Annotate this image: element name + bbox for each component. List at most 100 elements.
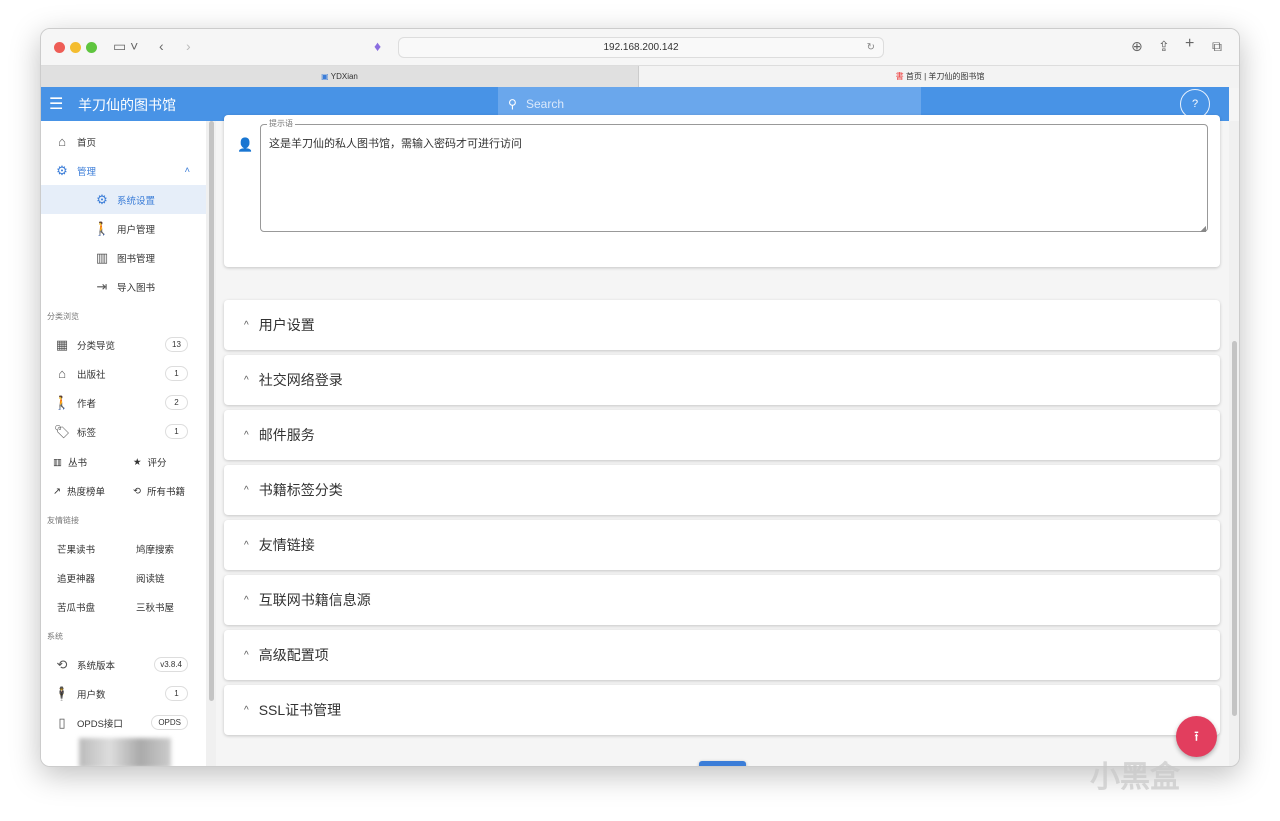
panel-title: 互联网书籍信息源 [258, 592, 371, 608]
sidebar-item-user-count[interactable]: 🕴 用户数 1 [41, 679, 206, 708]
sidebar-item-rating[interactable]: ★ 评分 [133, 455, 167, 470]
friend-link[interactable]: 鸠摩搜索 [136, 542, 174, 556]
sidebar-item-manage[interactable]: ⚙ 管理 ˄ [41, 156, 206, 185]
panel-title: SSL证书管理 [258, 702, 342, 718]
count-badge: 1 [165, 366, 188, 381]
label: 热度榜单 [66, 487, 105, 498]
opds-badge[interactable]: OPDS [151, 715, 188, 730]
panel-title: 书籍标签分类 [258, 482, 343, 498]
app-title[interactable]: 羊刀仙的图书馆 [78, 95, 176, 115]
sidebar-item-tags[interactable]: 🏷 标签 1 [41, 417, 206, 446]
main-content: 👤 提示语 这是羊刀仙的私人图书馆，需输入密码才可进行访问 ◢ ^ 用户设置 ^ 社交… [216, 115, 1229, 766]
trending-icon: ↗ [53, 485, 61, 497]
chevron-up-icon: ^ [244, 319, 249, 331]
import-icon: ⇥ [96, 278, 108, 294]
count-badge: 1 [165, 424, 188, 439]
share-icon[interactable]: ⇪ [1158, 38, 1170, 55]
sidebar-item-all-books[interactable]: ⟲ 所有书籍 [133, 484, 185, 499]
save-button[interactable]: 保存 [699, 761, 746, 766]
sidebar-item-opds[interactable]: ▯ OPDS接口 OPDS [41, 708, 206, 737]
chevron-up-icon: ^ [244, 539, 249, 551]
friend-link[interactable]: 苦瓜书盘 [57, 600, 95, 614]
close-window-button[interactable] [54, 42, 65, 53]
settings-panel[interactable]: ^ 书籍标签分类 [224, 465, 1220, 515]
new-tab-icon[interactable]: + [1185, 35, 1194, 53]
search-placeholder: Search [526, 97, 565, 111]
settings-panel[interactable]: ^ 邮件服务 [224, 410, 1220, 460]
main-scrollbar[interactable] [1229, 121, 1239, 766]
sidebar-item-series[interactable]: ▥ 丛书 [53, 455, 87, 470]
books-icon: ▥ [53, 456, 62, 468]
tag-icon: 🏷 [53, 423, 71, 439]
gear-icon: ⚙ [56, 162, 68, 178]
person-icon: 👤 [237, 137, 254, 152]
sidebar-item-author[interactable]: 🚶 作者 2 [41, 388, 206, 417]
sidebar-item-import[interactable]: ⇥ 导入图书 [41, 272, 206, 301]
sidebar-item-publisher[interactable]: ⌂ 出版社 1 [41, 359, 206, 388]
panel-title: 邮件服务 [258, 427, 315, 443]
reload-icon[interactable]: ↻ [867, 38, 875, 58]
sidebar-item-categories[interactable]: ▦ 分类导览 13 [41, 330, 206, 359]
extension-icon[interactable]: ♦ [374, 38, 381, 54]
sidebar-item-version[interactable]: ⟲ 系统版本 v3.8.4 [41, 650, 206, 679]
sidebar-item-user-manage[interactable]: 🚶 用户管理 [41, 214, 206, 243]
settings-panel[interactable]: ^ 用户设置 [224, 300, 1220, 350]
tab-label: 首页 | 羊刀仙的图书馆 [905, 72, 985, 81]
friend-link[interactable]: 追更神器 [57, 571, 95, 585]
chevron-up-icon: ^ [244, 649, 249, 661]
label: 丛书 [67, 458, 87, 469]
address-bar[interactable]: 192.168.200.142 ↻ [398, 37, 884, 58]
sidebar: ⌂ 首页 ⚙ 管理 ˄ ⚙ 系统设置 🚶 用户管理 ▥ 图书管理 ⇥ 导入图书 分类浏览 ▦ 分… [41, 121, 206, 766]
menu-icon[interactable]: ☰ [49, 94, 63, 114]
settings-panel[interactable]: ^ 友情链接 [224, 520, 1220, 570]
label: 系统设置 [117, 195, 156, 207]
label: 首页 [77, 137, 97, 149]
scroll-top-button[interactable]: ⭱ [1176, 716, 1217, 757]
panel-title: 社交网络登录 [258, 372, 343, 388]
history-icon: ⟲ [56, 656, 68, 672]
settings-panel[interactable]: ^ 互联网书籍信息源 [224, 575, 1220, 625]
download-icon[interactable]: ⊕ [1131, 38, 1143, 55]
tab-overview-icon[interactable]: ⧉ [1212, 38, 1222, 55]
chevron-up-icon: ^ [244, 374, 249, 386]
chevron-up-icon: ^ [244, 594, 249, 606]
sidebar-item-home[interactable]: ⌂ 首页 [41, 127, 206, 156]
sidebar-scrollbar[interactable] [206, 121, 216, 766]
tab-ydxian[interactable]: ▣ YDXian [41, 66, 639, 88]
sidebar-item-hot[interactable]: ↗ 热度榜单 [53, 484, 105, 499]
label: 系统版本 [77, 660, 116, 672]
label: 分类导览 [77, 340, 116, 352]
hint-card: 👤 提示语 这是羊刀仙的私人图书馆，需输入密码才可进行访问 ◢ [224, 115, 1220, 267]
books-icon: ▥ [95, 249, 109, 265]
forward-icon[interactable]: › [186, 38, 191, 54]
section-header: 分类浏览 [47, 312, 79, 321]
hint-value: 这是羊刀仙的私人图书馆，需输入密码才可进行访问 [269, 138, 522, 150]
label: OPDS接口 [77, 718, 123, 730]
sidebar-toggle-icon[interactable]: ▭ ˅ [113, 38, 138, 55]
label: 用户管理 [117, 224, 156, 236]
friend-link[interactable]: 三秋书屋 [136, 600, 174, 614]
friend-link[interactable]: 芒果读书 [57, 542, 95, 556]
settings-panel[interactable]: ^ SSL证书管理 [224, 685, 1220, 735]
tab-label: YDXian [330, 72, 358, 81]
minimize-window-button[interactable] [70, 42, 81, 53]
chevron-up-icon: ^ [244, 484, 249, 496]
settings-panel[interactable]: ^ 高级配置项 [224, 630, 1220, 680]
tab-library[interactable]: 書 首页 | 羊刀仙的图书馆 [639, 66, 1239, 88]
label: 管理 [77, 166, 97, 178]
maximize-window-button[interactable] [86, 42, 97, 53]
friend-link[interactable]: 阅读链 [136, 571, 165, 585]
browser-window: ▭ ˅ ‹ › ♦ 192.168.200.142 ↻ ⊕ ⇪ + ⧉ ▣ YDX… [40, 28, 1240, 767]
sidebar-item-system-settings[interactable]: ⚙ 系统设置 [41, 185, 206, 214]
settings-panel[interactable]: ^ 社交网络登录 [224, 355, 1220, 405]
sidebar-item-book-manage[interactable]: ▥ 图书管理 [41, 243, 206, 272]
blurred-qr-image [79, 738, 171, 766]
watermark: 小黑盒 [1090, 761, 1180, 794]
back-icon[interactable]: ‹ [159, 38, 164, 54]
label: 出版社 [77, 369, 106, 381]
panel-title: 高级配置项 [258, 647, 329, 663]
label: 作者 [77, 398, 97, 410]
gear-icon: ⚙ [96, 191, 108, 207]
hint-textarea[interactable]: 提示语 这是羊刀仙的私人图书馆，需输入密码才可进行访问 ◢ [260, 118, 1208, 233]
resize-handle-icon[interactable]: ◢ [1200, 224, 1206, 233]
